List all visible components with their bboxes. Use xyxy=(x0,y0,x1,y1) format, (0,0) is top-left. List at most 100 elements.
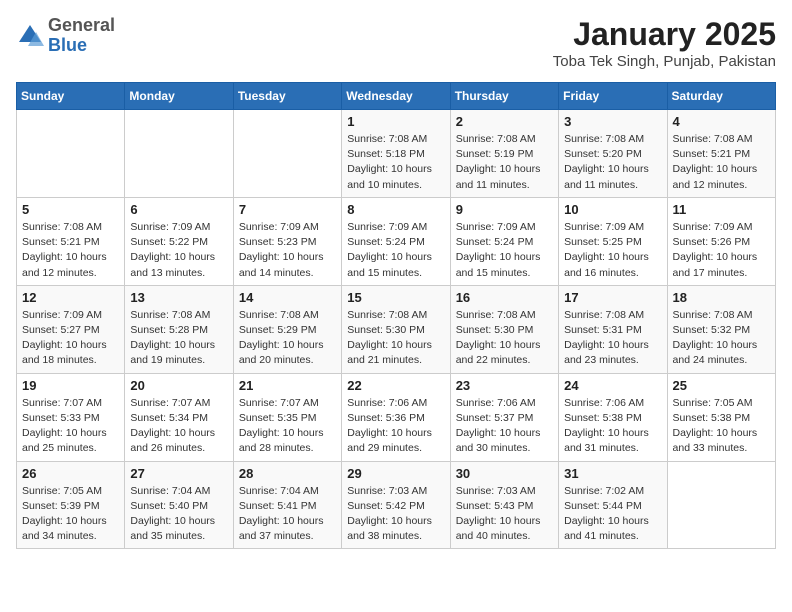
weekday-header: Saturday xyxy=(667,83,775,110)
calendar-cell xyxy=(17,110,125,198)
calendar-cell: 6 Sunrise: 7:09 AM Sunset: 5:22 PM Daylig… xyxy=(125,197,233,285)
day-number: 14 xyxy=(239,290,336,305)
calendar-cell: 20Sunrise: 7:07 AM Sunset: 5:34 PM Dayli… xyxy=(125,373,233,461)
calendar-cell: 5 Sunrise: 7:08 AM Sunset: 5:21 PM Daylig… xyxy=(17,197,125,285)
calendar-cell: 29Sunrise: 7:03 AM Sunset: 5:42 PM Dayli… xyxy=(342,461,450,549)
day-number: 10 xyxy=(564,202,661,217)
day-number: 16 xyxy=(456,290,553,305)
day-info: Sunrise: 7:06 AM Sunset: 5:38 PM Dayligh… xyxy=(564,396,661,457)
calendar-week-row: 12Sunrise: 7:09 AM Sunset: 5:27 PM Dayli… xyxy=(17,285,776,373)
day-number: 7 xyxy=(239,202,336,217)
day-info: Sunrise: 7:08 AM Sunset: 5:28 PM Dayligh… xyxy=(130,308,227,369)
weekday-header: Tuesday xyxy=(233,83,341,110)
calendar-week-row: 5 Sunrise: 7:08 AM Sunset: 5:21 PM Daylig… xyxy=(17,197,776,285)
day-number: 17 xyxy=(564,290,661,305)
logo-icon xyxy=(16,22,44,50)
day-number: 8 xyxy=(347,202,444,217)
calendar-cell: 18 Sunrise: 7:08 AM Sunset: 5:32 PM Dayli… xyxy=(667,285,775,373)
calendar-week-row: 1 Sunrise: 7:08 AM Sunset: 5:18 PM Daylig… xyxy=(17,110,776,198)
day-number: 6 xyxy=(130,202,227,217)
day-info: Sunrise: 7:03 AM Sunset: 5:42 PM Dayligh… xyxy=(347,484,444,545)
day-info: Sunrise: 7:09 AM Sunset: 5:22 PM Dayligh… xyxy=(130,220,227,281)
month-title: January 2025 xyxy=(553,16,776,53)
calendar-cell: 17 Sunrise: 7:08 AM Sunset: 5:31 PM Dayli… xyxy=(559,285,667,373)
day-number: 12 xyxy=(22,290,119,305)
calendar-cell: 8 Sunrise: 7:09 AM Sunset: 5:24 PM Daylig… xyxy=(342,197,450,285)
day-number: 21 xyxy=(239,378,336,393)
day-info: Sunrise: 7:08 AM Sunset: 5:21 PM Dayligh… xyxy=(673,132,770,193)
day-info: Sunrise: 7:08 AM Sunset: 5:30 PM Dayligh… xyxy=(456,308,553,369)
day-info: Sunrise: 7:06 AM Sunset: 5:37 PM Dayligh… xyxy=(456,396,553,457)
day-number: 27 xyxy=(130,466,227,481)
day-number: 28 xyxy=(239,466,336,481)
calendar-cell: 14 Sunrise: 7:08 AM Sunset: 5:29 PM Dayli… xyxy=(233,285,341,373)
calendar-cell: 9Sunrise: 7:09 AM Sunset: 5:24 PM Daylig… xyxy=(450,197,558,285)
page-header: General Blue January 2025 Toba Tek Singh… xyxy=(16,16,776,70)
day-number: 9 xyxy=(456,202,553,217)
calendar-cell xyxy=(125,110,233,198)
day-number: 20 xyxy=(130,378,227,393)
logo-blue: Blue xyxy=(48,36,115,56)
day-info: Sunrise: 7:08 AM Sunset: 5:30 PM Dayligh… xyxy=(347,308,444,369)
day-info: Sunrise: 7:07 AM Sunset: 5:33 PM Dayligh… xyxy=(22,396,119,457)
day-info: Sunrise: 7:08 AM Sunset: 5:18 PM Dayligh… xyxy=(347,132,444,193)
logo: General Blue xyxy=(16,16,115,56)
day-info: Sunrise: 7:09 AM Sunset: 5:26 PM Dayligh… xyxy=(673,220,770,281)
calendar-cell: 24 Sunrise: 7:06 AM Sunset: 5:38 PM Dayli… xyxy=(559,373,667,461)
day-info: Sunrise: 7:06 AM Sunset: 5:36 PM Dayligh… xyxy=(347,396,444,457)
day-info: Sunrise: 7:08 AM Sunset: 5:31 PM Dayligh… xyxy=(564,308,661,369)
calendar-cell xyxy=(667,461,775,549)
calendar-cell: 4 Sunrise: 7:08 AM Sunset: 5:21 PM Daylig… xyxy=(667,110,775,198)
day-info: Sunrise: 7:05 AM Sunset: 5:39 PM Dayligh… xyxy=(22,484,119,545)
day-info: Sunrise: 7:08 AM Sunset: 5:20 PM Dayligh… xyxy=(564,132,661,193)
calendar-body: 1 Sunrise: 7:08 AM Sunset: 5:18 PM Daylig… xyxy=(17,110,776,549)
calendar-cell: 13Sunrise: 7:08 AM Sunset: 5:28 PM Dayli… xyxy=(125,285,233,373)
day-info: Sunrise: 7:04 AM Sunset: 5:40 PM Dayligh… xyxy=(130,484,227,545)
day-info: Sunrise: 7:07 AM Sunset: 5:35 PM Dayligh… xyxy=(239,396,336,457)
logo-general: General xyxy=(48,16,115,36)
weekday-row: SundayMondayTuesdayWednesdayThursdayFrid… xyxy=(17,83,776,110)
calendar-cell: 12Sunrise: 7:09 AM Sunset: 5:27 PM Dayli… xyxy=(17,285,125,373)
calendar-week-row: 26 Sunrise: 7:05 AM Sunset: 5:39 PM Dayli… xyxy=(17,461,776,549)
day-number: 11 xyxy=(673,202,770,217)
calendar-cell: 26 Sunrise: 7:05 AM Sunset: 5:39 PM Dayli… xyxy=(17,461,125,549)
calendar-cell xyxy=(233,110,341,198)
calendar-table: SundayMondayTuesdayWednesdayThursdayFrid… xyxy=(16,82,776,549)
day-number: 30 xyxy=(456,466,553,481)
calendar-cell: 16 Sunrise: 7:08 AM Sunset: 5:30 PM Dayli… xyxy=(450,285,558,373)
day-number: 19 xyxy=(22,378,119,393)
day-info: Sunrise: 7:08 AM Sunset: 5:29 PM Dayligh… xyxy=(239,308,336,369)
calendar-cell: 22Sunrise: 7:06 AM Sunset: 5:36 PM Dayli… xyxy=(342,373,450,461)
day-number: 31 xyxy=(564,466,661,481)
calendar-cell: 11 Sunrise: 7:09 AM Sunset: 5:26 PM Dayli… xyxy=(667,197,775,285)
weekday-header: Wednesday xyxy=(342,83,450,110)
calendar-cell: 2Sunrise: 7:08 AM Sunset: 5:19 PM Daylig… xyxy=(450,110,558,198)
day-info: Sunrise: 7:08 AM Sunset: 5:32 PM Dayligh… xyxy=(673,308,770,369)
day-info: Sunrise: 7:04 AM Sunset: 5:41 PM Dayligh… xyxy=(239,484,336,545)
day-info: Sunrise: 7:09 AM Sunset: 5:24 PM Dayligh… xyxy=(347,220,444,281)
day-number: 24 xyxy=(564,378,661,393)
day-info: Sunrise: 7:05 AM Sunset: 5:38 PM Dayligh… xyxy=(673,396,770,457)
calendar-cell: 23Sunrise: 7:06 AM Sunset: 5:37 PM Dayli… xyxy=(450,373,558,461)
weekday-header: Sunday xyxy=(17,83,125,110)
weekday-header: Monday xyxy=(125,83,233,110)
calendar-cell: 15 Sunrise: 7:08 AM Sunset: 5:30 PM Dayli… xyxy=(342,285,450,373)
calendar-header: SundayMondayTuesdayWednesdayThursdayFrid… xyxy=(17,83,776,110)
day-info: Sunrise: 7:09 AM Sunset: 5:25 PM Dayligh… xyxy=(564,220,661,281)
day-number: 18 xyxy=(673,290,770,305)
calendar-cell: 21 Sunrise: 7:07 AM Sunset: 5:35 PM Dayli… xyxy=(233,373,341,461)
calendar-cell: 28 Sunrise: 7:04 AM Sunset: 5:41 PM Dayli… xyxy=(233,461,341,549)
day-number: 15 xyxy=(347,290,444,305)
calendar-cell: 19 Sunrise: 7:07 AM Sunset: 5:33 PM Dayli… xyxy=(17,373,125,461)
title-block: January 2025 Toba Tek Singh, Punjab, Pak… xyxy=(553,16,776,70)
day-info: Sunrise: 7:08 AM Sunset: 5:21 PM Dayligh… xyxy=(22,220,119,281)
day-info: Sunrise: 7:03 AM Sunset: 5:43 PM Dayligh… xyxy=(456,484,553,545)
day-number: 4 xyxy=(673,114,770,129)
calendar-cell: 27 Sunrise: 7:04 AM Sunset: 5:40 PM Dayli… xyxy=(125,461,233,549)
calendar-cell: 31Sunrise: 7:02 AM Sunset: 5:44 PM Dayli… xyxy=(559,461,667,549)
weekday-header: Thursday xyxy=(450,83,558,110)
day-number: 5 xyxy=(22,202,119,217)
day-number: 1 xyxy=(347,114,444,129)
day-number: 26 xyxy=(22,466,119,481)
day-info: Sunrise: 7:09 AM Sunset: 5:23 PM Dayligh… xyxy=(239,220,336,281)
